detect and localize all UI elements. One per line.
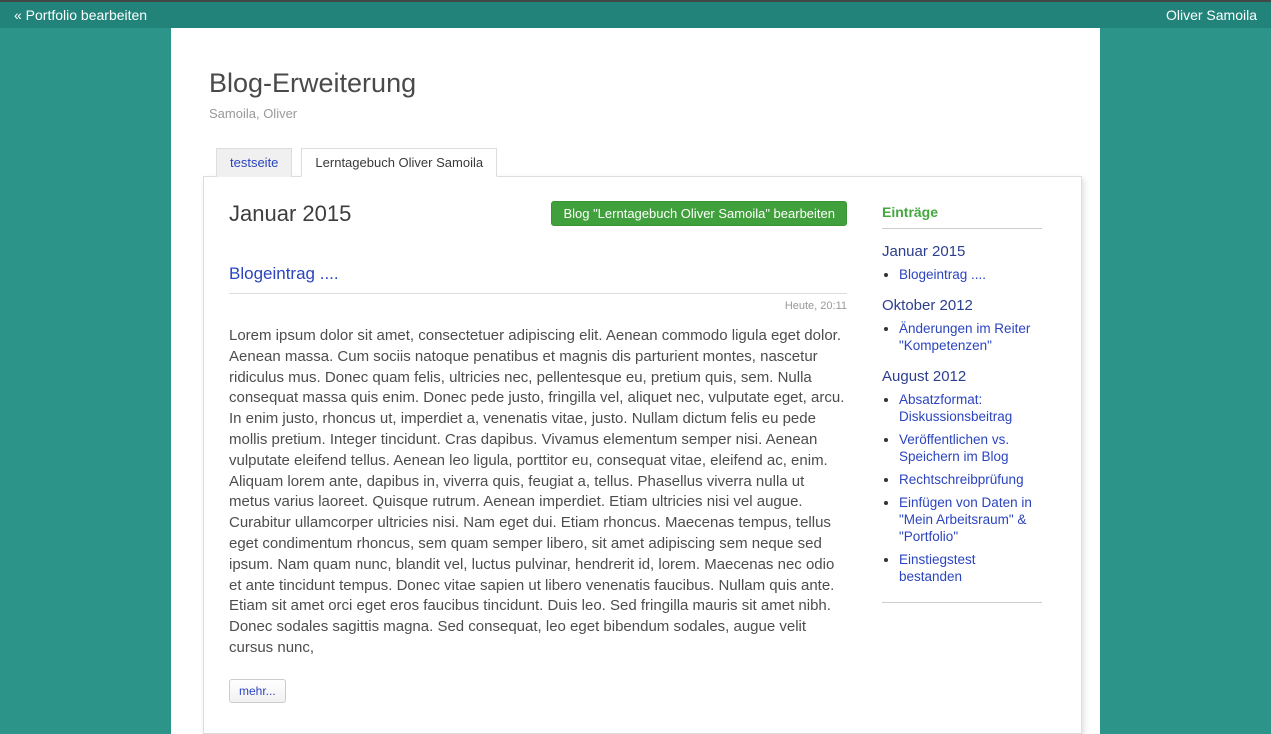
sidebar-entry-link[interactable]: Einstiegstest bestanden <box>899 552 976 584</box>
sidebar-month-heading: Januar 2015 <box>882 243 1042 260</box>
list-item: Absatzformat: Diskussionsbeitrag <box>899 391 1042 425</box>
logged-in-user-link[interactable]: Oliver Samoila <box>1166 7 1257 23</box>
sidebar-month-heading: August 2012 <box>882 368 1042 385</box>
sidebar-entry-link[interactable]: Änderungen im Reiter "Kompetenzen" <box>899 321 1030 353</box>
entry-timestamp: Heute, 20:11 <box>229 300 847 312</box>
sidebar-entry-link[interactable]: Rechtschreibprüfung <box>899 472 1024 487</box>
top-navigation-bar: « Portfolio bearbeiten Oliver Samoila <box>0 0 1271 28</box>
entry-divider <box>229 293 847 294</box>
more-button[interactable]: mehr... <box>229 679 286 703</box>
sidebar-group-august-2012: August 2012 Absatzformat: Diskussionsbei… <box>882 368 1042 585</box>
sidebar-group-oktober-2012: Oktober 2012 Änderungen im Reiter "Kompe… <box>882 297 1042 354</box>
page-container: Blog-Erweiterung Samoila, Oliver testsei… <box>171 28 1100 734</box>
list-item: Änderungen im Reiter "Kompetenzen" <box>899 320 1042 354</box>
sidebar-title: Einträge <box>882 204 1042 229</box>
page-title: Blog-Erweiterung <box>171 28 1100 99</box>
edit-blog-button[interactable]: Blog "Lerntagebuch Oliver Samoila" bearb… <box>551 201 847 226</box>
blog-header-row: Januar 2015 Blog "Lerntagebuch Oliver Sa… <box>229 201 847 227</box>
sidebar-month-heading: Oktober 2012 <box>882 297 1042 314</box>
sidebar-entry-list: Blogeintrag .... <box>882 266 1042 283</box>
sidebar-entry-list: Änderungen im Reiter "Kompetenzen" <box>882 320 1042 354</box>
page-author: Samoila, Oliver <box>171 99 1100 121</box>
entries-sidebar: Einträge Januar 2015 Blogeintrag .... Ok… <box>882 201 1042 603</box>
tab-testseite[interactable]: testseite <box>216 148 292 177</box>
sidebar-end-divider <box>882 602 1042 603</box>
list-item: Veröffentlichen vs. Speichern im Blog <box>899 431 1042 465</box>
list-item: Rechtschreibprüfung <box>899 471 1042 488</box>
list-item: Einstiegstest bestanden <box>899 551 1042 585</box>
month-heading: Januar 2015 <box>229 201 351 227</box>
sidebar-entry-list: Absatzformat: Diskussionsbeitrag Veröffe… <box>882 391 1042 585</box>
entry-body-text: Lorem ipsum dolor sit amet, consectetuer… <box>229 326 847 659</box>
portfolio-back-link[interactable]: « Portfolio bearbeiten <box>14 7 147 23</box>
list-item: Blogeintrag .... <box>899 266 1042 283</box>
blog-entry-title: Blogeintrag .... <box>229 264 847 284</box>
sidebar-entry-link[interactable]: Einfügen von Daten in "Mein Arbeitsraum"… <box>899 495 1032 544</box>
sidebar-entry-link[interactable]: Veröffentlichen vs. Speichern im Blog <box>899 432 1009 464</box>
sidebar-entry-link[interactable]: Blogeintrag .... <box>899 267 986 282</box>
tab-lerntagebuch[interactable]: Lerntagebuch Oliver Samoila <box>301 148 497 177</box>
sidebar-entry-link[interactable]: Absatzformat: Diskussionsbeitrag <box>899 392 1012 424</box>
sidebar-group-januar-2015: Januar 2015 Blogeintrag .... <box>882 243 1042 283</box>
blog-entry-title-link[interactable]: Blogeintrag .... <box>229 264 339 283</box>
tab-bar: testseite Lerntagebuch Oliver Samoila <box>216 148 1100 177</box>
list-item: Einfügen von Daten in "Mein Arbeitsraum"… <box>899 494 1042 545</box>
blog-main-column: Januar 2015 Blog "Lerntagebuch Oliver Sa… <box>229 201 847 703</box>
tab-content-panel: Januar 2015 Blog "Lerntagebuch Oliver Sa… <box>203 176 1082 734</box>
